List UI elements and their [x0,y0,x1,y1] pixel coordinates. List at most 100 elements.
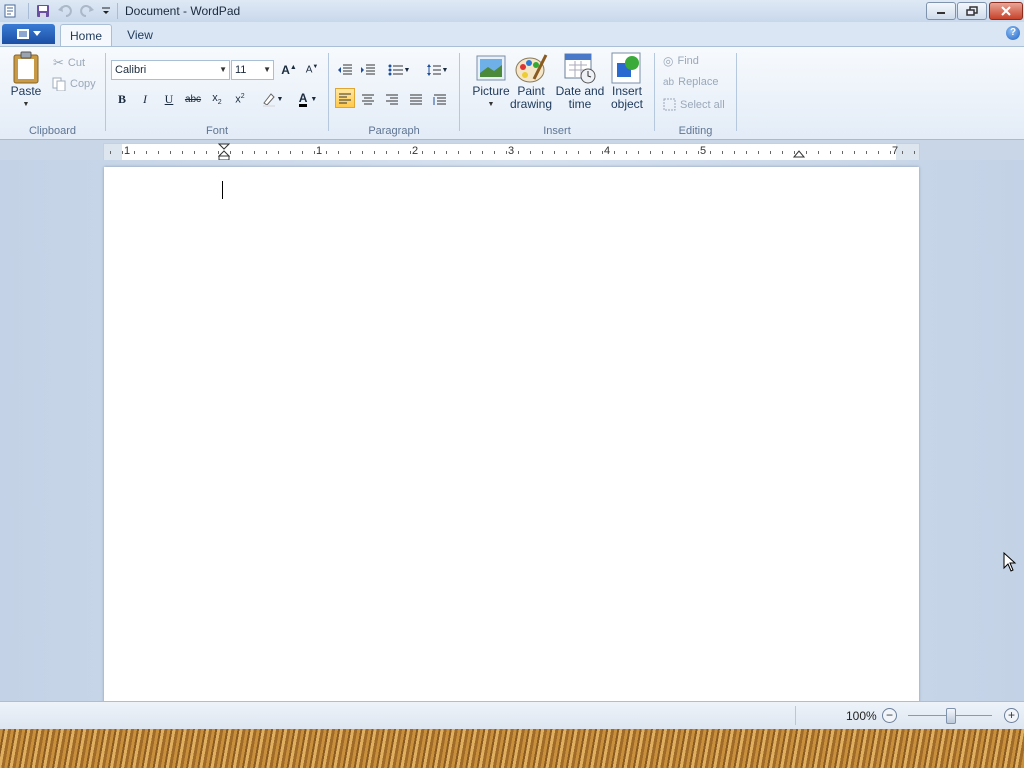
insert-group: Picture ▼ Paint drawing Date and time In… [460,47,654,139]
tab-view[interactable]: View [116,24,164,46]
ruler-tick [182,151,183,154]
help-icon[interactable]: ? [1006,26,1020,40]
find-button[interactable]: ◎ Find [663,54,699,68]
insert-object-button[interactable]: Insert object [605,51,649,111]
underline-button[interactable]: U [159,89,179,109]
subscript-button[interactable]: x2 [207,89,227,109]
ruler-tick [230,151,231,154]
ruler-label: 1 [315,145,323,157]
cut-button[interactable]: ✂ Cut [53,55,85,71]
tab-home[interactable]: Home [60,24,112,47]
zoom-slider-thumb[interactable] [946,708,956,724]
paragraph-group-label: Paragraph [368,125,420,137]
ruler-tick [542,151,543,154]
ruler-tick [662,151,663,154]
font-size-select[interactable]: 11 ▼ [231,60,274,80]
ruler-tick [878,151,879,154]
scissors-icon: ✂ [53,55,64,70]
ruler-tick [674,151,675,154]
undo-icon[interactable] [57,3,73,19]
copy-icon [52,77,66,91]
align-center-icon [362,94,374,105]
right-indent-marker-icon[interactable] [793,149,805,159]
subscript-icon: x2 [212,91,222,107]
insert-group-label: Insert [543,125,571,137]
bullet-list-button[interactable]: ▼ [382,60,416,80]
ruler-tick [482,151,483,154]
status-bar: 100% − + [0,701,1024,729]
redo-icon[interactable] [79,3,95,19]
bullet-list-icon [388,64,403,76]
ruler-tick [254,151,255,154]
ruler-tick [758,151,759,154]
calendar-clock-icon [564,53,596,84]
ruler-tick [158,151,159,154]
copy-label: Copy [70,78,96,90]
insert-object-label-line-2: object [610,97,644,111]
ruler-tick [866,151,867,154]
ruler-tick [734,151,735,154]
align-left-button[interactable] [335,88,355,108]
zoom-in-button[interactable]: + [1004,708,1019,723]
ruler-tick [854,151,855,154]
copy-button[interactable]: Copy [52,77,96,91]
cut-label: Cut [67,57,86,69]
select-all-label: Select all [680,98,725,111]
select-all-icon [663,98,676,111]
paint-drawing-button[interactable]: Paint drawing [508,51,554,111]
underline-icon: U [164,91,174,106]
ribbon: Paste ▼ ✂ Cut Copy Clipboard Calibri ▼ 1… [0,46,1024,140]
title-bar: Document - WordPad [0,0,1024,23]
chevron-down-icon: ▼ [219,65,227,74]
zoom-out-button[interactable]: − [882,708,897,723]
save-icon[interactable] [35,3,51,19]
replace-button[interactable]: ab Replace [663,76,718,88]
font-group: Calibri ▼ 11 ▼ A▲ A▼ B I U abc x2 x2 ▼ A… [106,47,328,139]
document-page[interactable] [104,167,919,707]
align-right-button[interactable] [382,89,402,109]
justify-button[interactable] [406,89,426,109]
ruler-tick [638,151,639,154]
paragraph-settings-button[interactable] [430,89,450,109]
wordpad-app-icon[interactable] [2,3,18,19]
line-spacing-button[interactable]: ▼ [420,60,454,80]
shrink-font-button[interactable]: A▼ [302,60,322,80]
ruler-tick [146,151,147,154]
close-button[interactable] [989,2,1023,20]
ruler-tick [602,151,603,154]
first-line-indent-marker-icon[interactable] [218,143,230,161]
minimize-button[interactable] [926,2,956,20]
customize-toolbar-chevron-down-icon[interactable] [98,3,114,19]
paste-label: Paste [10,84,42,98]
ruler-tick [278,151,279,154]
italic-button[interactable]: I [135,89,155,109]
ruler-tick [338,151,339,154]
paste-button[interactable]: Paste ▼ [8,51,44,111]
chevron-down-icon: ▼ [310,95,318,103]
date-and-time-button[interactable]: Date and time [555,51,605,111]
superscript-button[interactable]: x2 [230,89,250,109]
bold-button[interactable]: B [112,89,132,109]
restore-button[interactable] [957,2,987,20]
ruler-label: 3 [507,145,515,157]
highlighter-icon [262,93,275,107]
decrease-indent-button[interactable] [335,60,355,80]
ruler-tick [194,151,195,154]
ruler-tick [374,151,375,154]
align-center-button[interactable] [358,89,378,109]
grow-font-button[interactable]: A▲ [279,60,299,80]
zoom-level: 100% [846,709,877,723]
highlight-color-button[interactable]: ▼ [256,89,288,109]
ruler-tick [554,151,555,154]
increase-indent-button[interactable] [358,60,378,80]
font-family-select[interactable]: Calibri ▼ [111,60,230,80]
bold-icon: B [117,91,126,106]
window-title: Document - WordPad [125,4,241,18]
application-menu-button[interactable] [2,24,55,44]
select-all-button[interactable]: Select all [663,98,725,111]
text-color-button[interactable]: A ▼ [292,89,324,109]
ruler[interactable]: 1 1 2 3 4 5 7 [103,143,920,161]
date-and-time-label-line-2: time [568,97,592,111]
strikethrough-button[interactable]: abc [183,89,203,109]
ribbon-tab-row: Home View ? [0,22,1024,47]
